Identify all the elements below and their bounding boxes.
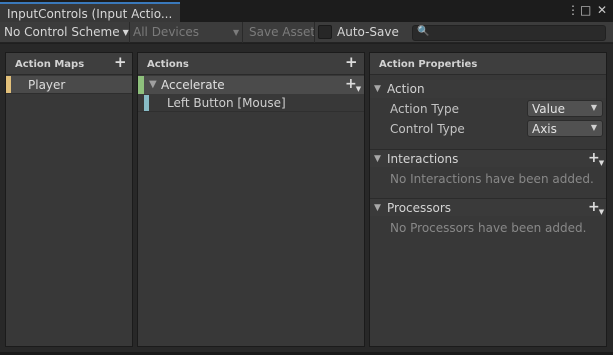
action-type-label: Action Type bbox=[390, 102, 459, 116]
editor-content: Action Maps + Player Actions + ▼ Acceler… bbox=[0, 44, 613, 355]
toolbar-divider bbox=[129, 22, 130, 43]
maximize-icon[interactable]: □ bbox=[580, 3, 591, 17]
chevron-down-icon: ▼ bbox=[122, 28, 129, 37]
action-maps-header: Action Maps + bbox=[6, 53, 132, 75]
toolbar-divider bbox=[314, 22, 315, 43]
window-tab[interactable]: InputControls (Input Actio... bbox=[0, 2, 180, 22]
action-row-accelerate[interactable]: ▼ Accelerate +▼ bbox=[138, 76, 364, 94]
auto-save-checkbox[interactable] bbox=[318, 25, 332, 39]
add-action-map-button[interactable]: + bbox=[114, 55, 127, 70]
action-maps-title: Action Maps bbox=[15, 59, 85, 70]
actions-header: Actions + bbox=[138, 53, 364, 75]
add-interaction-button[interactable]: +▼ bbox=[588, 151, 604, 167]
action-color-marker bbox=[138, 76, 144, 94]
control-type-dropdown[interactable]: Axis ▼ bbox=[527, 120, 603, 137]
interactions-section-header[interactable]: ▼ Interactions +▼ bbox=[370, 149, 606, 167]
actions-title: Actions bbox=[147, 59, 189, 70]
foldout-arrow-icon: ▼ bbox=[374, 203, 381, 213]
foldout-arrow-icon: ▼ bbox=[374, 154, 381, 164]
action-properties-header: Action Properties bbox=[370, 53, 606, 75]
binding-row-left-button[interactable]: Left Button [Mouse] bbox=[138, 94, 364, 112]
search-icon: 🔍 bbox=[417, 26, 430, 37]
control-scheme-dropdown[interactable]: No Control Scheme ▼ bbox=[4, 25, 129, 39]
action-type-dropdown[interactable]: Value ▼ bbox=[527, 100, 603, 117]
search-input[interactable]: 🔍 bbox=[412, 25, 606, 41]
expand-arrow-icon[interactable]: ▼ bbox=[149, 79, 157, 90]
action-section-label: Action bbox=[387, 82, 425, 96]
action-map-color-marker bbox=[6, 76, 11, 93]
action-maps-panel: Action Maps + Player bbox=[5, 52, 133, 347]
add-processor-button[interactable]: +▼ bbox=[588, 200, 604, 216]
processors-label: Processors bbox=[387, 201, 452, 215]
add-binding-button[interactable]: +▼ bbox=[345, 77, 361, 93]
devices-value: All Devices bbox=[133, 25, 199, 39]
chevron-down-icon: ▼ bbox=[590, 103, 597, 112]
action-label: Accelerate bbox=[161, 78, 225, 92]
action-type-value: Value bbox=[532, 102, 565, 116]
close-icon[interactable]: ✕ bbox=[597, 3, 607, 17]
toolbar: No Control Scheme ▼ All Devices ▼ Save Ass… bbox=[0, 22, 613, 43]
processors-section-header[interactable]: ▼ Processors +▼ bbox=[370, 198, 606, 216]
binding-color-marker bbox=[144, 95, 149, 111]
processors-empty-message: No Processors have been added. bbox=[390, 221, 587, 235]
add-action-button[interactable]: + bbox=[345, 55, 358, 70]
action-map-label: Player bbox=[28, 78, 66, 92]
chevron-down-icon: ▼ bbox=[232, 28, 240, 37]
interactions-label: Interactions bbox=[387, 152, 459, 166]
interactions-empty-message: No Interactions have been added. bbox=[390, 172, 594, 186]
actions-panel: Actions + ▼ Accelerate +▼ Left Button [M… bbox=[137, 52, 365, 347]
control-scheme-value: No Control Scheme bbox=[4, 25, 120, 39]
foldout-arrow-icon: ▼ bbox=[374, 84, 381, 94]
save-asset-button[interactable]: Save Asset bbox=[249, 25, 315, 39]
auto-save-label: Auto-Save bbox=[337, 25, 399, 39]
window-tab-bar: InputControls (Input Actio... ⋮ □ ✕ bbox=[0, 0, 613, 22]
window-tab-title: InputControls (Input Actio... bbox=[7, 7, 173, 21]
action-properties-panel: Action Properties ▼ Action Action Type V… bbox=[369, 52, 607, 347]
action-properties-title: Action Properties bbox=[379, 59, 478, 70]
more-menu-icon[interactable]: ⋮ bbox=[567, 3, 579, 17]
devices-dropdown[interactable]: All Devices ▼ bbox=[133, 25, 239, 39]
action-map-row-player[interactable]: Player bbox=[6, 76, 132, 94]
action-section-header[interactable]: ▼ Action bbox=[370, 80, 606, 98]
binding-label: Left Button [Mouse] bbox=[167, 96, 286, 110]
toolbar-divider bbox=[242, 22, 243, 43]
chevron-down-icon: ▼ bbox=[590, 123, 597, 132]
control-type-label: Control Type bbox=[390, 122, 465, 136]
control-type-value: Axis bbox=[532, 122, 557, 136]
